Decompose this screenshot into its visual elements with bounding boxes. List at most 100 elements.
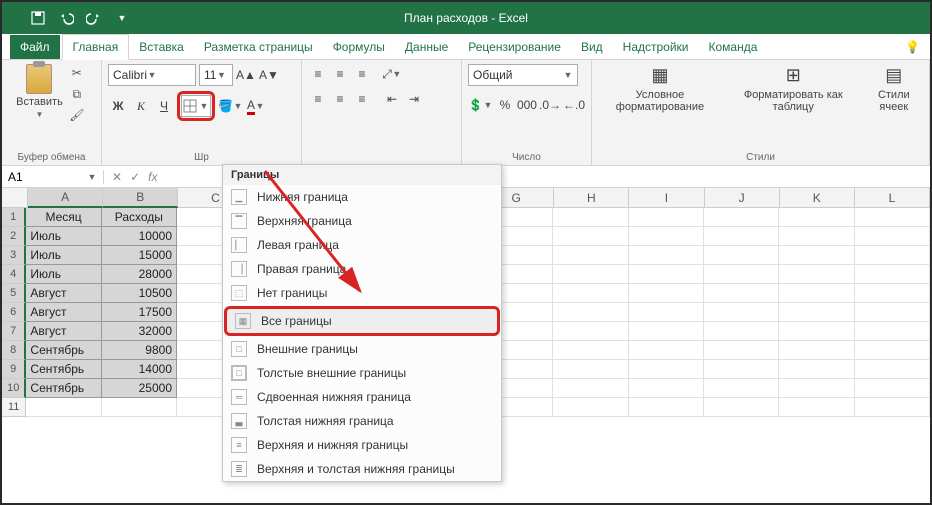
cell-K1[interactable] (779, 208, 854, 227)
cell-I4[interactable] (629, 265, 704, 284)
select-all-corner[interactable] (2, 188, 28, 208)
border-thick-bottom-item[interactable]: ▃Толстая нижняя граница (223, 409, 501, 433)
cell-A4[interactable]: Июль (26, 265, 101, 284)
cell-B9[interactable]: 14000 (102, 360, 177, 379)
name-box[interactable]: A1▼ (2, 170, 104, 184)
row-header-4[interactable]: 4 (2, 265, 26, 284)
cell-L7[interactable] (855, 322, 930, 341)
tab-page-layout[interactable]: Разметка страницы (194, 35, 323, 59)
tab-data[interactable]: Данные (395, 35, 458, 59)
conditional-formatting-button[interactable]: ▦Условное форматирование (598, 64, 722, 150)
tab-team[interactable]: Команда (699, 35, 768, 59)
cell-I1[interactable] (629, 208, 704, 227)
cut-button[interactable]: ✂ (67, 64, 87, 82)
cell-A1[interactable]: Месяц (26, 208, 101, 227)
cell-B6[interactable]: 17500 (102, 303, 177, 322)
qat-more-icon[interactable]: ▼ (108, 4, 136, 32)
font-size-combo[interactable]: 11▼ (199, 64, 233, 86)
underline-button[interactable]: Ч (154, 96, 174, 116)
cell-I9[interactable] (629, 360, 704, 379)
cell-H11[interactable] (553, 398, 628, 417)
cell-K10[interactable] (779, 379, 854, 398)
border-left-item[interactable]: ▏Левая граница (223, 233, 501, 257)
cell-L2[interactable] (855, 227, 930, 246)
cell-J2[interactable] (704, 227, 779, 246)
cell-J4[interactable] (704, 265, 779, 284)
column-header-J[interactable]: J (705, 188, 780, 208)
row-header-6[interactable]: 6 (2, 303, 26, 322)
increase-font-button[interactable]: A▲ (236, 65, 256, 85)
cell-K6[interactable] (779, 303, 854, 322)
borders-button[interactable]: ▼ (181, 95, 211, 117)
cell-L8[interactable] (855, 341, 930, 360)
tab-formulas[interactable]: Формулы (323, 35, 395, 59)
redo-button[interactable] (80, 4, 108, 32)
tab-view[interactable]: Вид (571, 35, 613, 59)
border-double-bottom-item[interactable]: ═Сдвоенная нижняя граница (223, 385, 501, 409)
row-header-8[interactable]: 8 (2, 341, 26, 360)
tell-me-icon[interactable]: 💡 (895, 35, 930, 59)
column-header-I[interactable]: I (629, 188, 704, 208)
cell-K9[interactable] (779, 360, 854, 379)
cell-A8[interactable]: Сентябрь (26, 341, 101, 360)
fx-icon[interactable]: fx (148, 170, 157, 184)
increase-decimal-button[interactable]: .0→ (539, 95, 561, 115)
cell-K2[interactable] (779, 227, 854, 246)
border-thick-item[interactable]: □Толстые внешние границы (223, 361, 501, 385)
enter-icon[interactable]: ✓ (130, 170, 140, 184)
align-top-button[interactable]: ≡ (308, 64, 328, 84)
row-header-2[interactable]: 2 (2, 227, 26, 246)
cell-A3[interactable]: Июль (26, 246, 101, 265)
row-header-9[interactable]: 9 (2, 360, 26, 379)
cell-I11[interactable] (629, 398, 704, 417)
cell-K11[interactable] (779, 398, 854, 417)
save-button[interactable] (24, 4, 52, 32)
accounting-button[interactable]: 💲▼ (468, 95, 493, 115)
cell-B4[interactable]: 28000 (102, 265, 177, 284)
cell-L1[interactable] (855, 208, 930, 227)
cell-H1[interactable] (553, 208, 628, 227)
orientation-button[interactable]: ⤢▼ (382, 64, 402, 84)
cell-J6[interactable] (704, 303, 779, 322)
cell-L4[interactable] (855, 265, 930, 284)
cell-B3[interactable]: 15000 (102, 246, 177, 265)
italic-button[interactable]: К (131, 96, 151, 116)
decrease-decimal-button[interactable]: ←.0 (563, 95, 585, 115)
cell-L9[interactable] (855, 360, 930, 379)
cell-L10[interactable] (855, 379, 930, 398)
align-bottom-button[interactable]: ≡ (352, 64, 372, 84)
tab-file[interactable]: Файл (10, 35, 60, 59)
increase-indent-button[interactable]: ⇥ (404, 89, 424, 109)
font-name-combo[interactable]: Calibri▼ (108, 64, 196, 86)
cell-A11[interactable] (26, 398, 101, 417)
column-header-B[interactable]: B (103, 188, 178, 208)
cell-J9[interactable] (704, 360, 779, 379)
tab-insert[interactable]: Вставка (129, 35, 194, 59)
border-top-item[interactable]: ▔Верхняя граница (223, 209, 501, 233)
row-header-7[interactable]: 7 (2, 322, 26, 341)
border-all-item[interactable]: ▦Все границы (224, 306, 500, 336)
cell-J5[interactable] (704, 284, 779, 303)
cell-H2[interactable] (553, 227, 628, 246)
cell-H10[interactable] (553, 379, 628, 398)
tab-review[interactable]: Рецензирование (458, 35, 571, 59)
format-painter-button[interactable]: 🖌 (67, 106, 87, 124)
cell-styles-button[interactable]: ▤Стили ячеек (865, 64, 923, 150)
cell-J3[interactable] (704, 246, 779, 265)
cell-B10[interactable]: 25000 (102, 379, 177, 398)
decrease-font-button[interactable]: A▼ (259, 65, 279, 85)
cell-B5[interactable]: 10500 (102, 284, 177, 303)
cell-J1[interactable] (704, 208, 779, 227)
cell-I5[interactable] (629, 284, 704, 303)
cell-K8[interactable] (779, 341, 854, 360)
column-header-K[interactable]: K (780, 188, 855, 208)
cell-B7[interactable]: 32000 (102, 322, 177, 341)
font-color-button[interactable]: A▼ (246, 96, 266, 116)
cell-H5[interactable] (553, 284, 628, 303)
cell-A9[interactable]: Сентябрь (26, 360, 101, 379)
cell-H4[interactable] (553, 265, 628, 284)
border-right-item[interactable]: ▕Правая граница (223, 257, 501, 281)
row-header-3[interactable]: 3 (2, 246, 26, 265)
cell-H6[interactable] (553, 303, 628, 322)
row-header-11[interactable]: 11 (2, 398, 26, 417)
